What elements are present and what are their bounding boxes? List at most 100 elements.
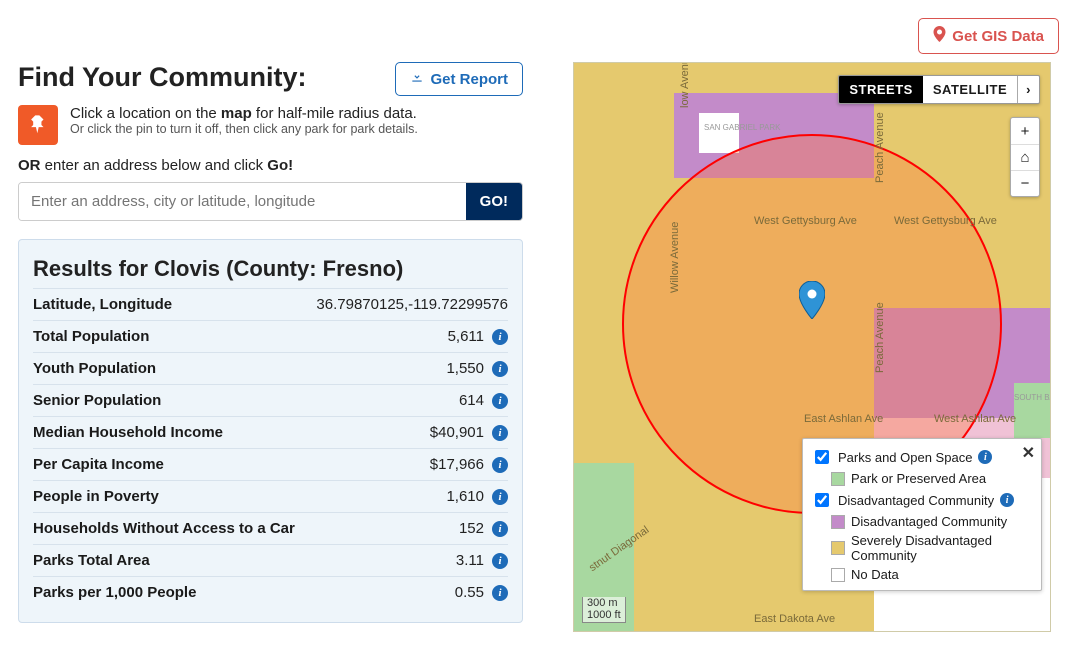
legend-panel: ✕ Parks and Open Space i Park or Preserv… <box>802 438 1042 591</box>
search-bar: GO! <box>18 182 523 221</box>
legend-item-label: Severely Disadvantaged Community <box>851 533 1033 563</box>
address-input[interactable] <box>19 183 466 220</box>
legend-item: No Data <box>811 565 1033 584</box>
results-row: Latitude, Longitude36.79870125,-119.7229… <box>33 288 508 320</box>
legend-checkbox-parks[interactable] <box>815 450 829 464</box>
road-label: West Gettysburg Ave <box>894 215 997 227</box>
results-row-value: 1,610 <box>446 488 484 505</box>
zoom-home-button[interactable]: ⌂ <box>1011 144 1039 170</box>
get-report-button[interactable]: Get Report <box>395 62 523 96</box>
info-icon[interactable]: i <box>978 450 992 464</box>
zone-park <box>1014 383 1051 438</box>
results-row-label: Parks Total Area <box>33 552 456 569</box>
legend-item: Severely Disadvantaged Community <box>811 531 1033 565</box>
park-label: SOUTH BASIN <box>1014 393 1051 402</box>
results-row-label: Per Capita Income <box>33 456 430 473</box>
pin-toggle-button[interactable] <box>18 105 58 145</box>
legend-swatch <box>831 515 845 529</box>
legend-swatch <box>831 541 845 555</box>
get-gis-data-label: Get GIS Data <box>952 28 1044 45</box>
results-row-value: 614 <box>459 392 484 409</box>
map-marker[interactable] <box>799 281 825 324</box>
legend-group-label: Disadvantaged Community <box>838 493 994 508</box>
results-row: People in Poverty1,610 i <box>33 480 508 512</box>
results-row-label: Parks per 1,000 People <box>33 584 455 601</box>
results-row: Total Population5,611 i <box>33 320 508 352</box>
road-label: East Dakota Ave <box>754 613 835 625</box>
road-label: West Ashlan Ave <box>934 413 1016 425</box>
map[interactable]: West Gettysburg Ave West Gettysburg Ave … <box>573 62 1051 632</box>
info-icon[interactable]: i <box>492 585 508 601</box>
road-label: Peach Avenue <box>874 302 886 373</box>
legend-group-label: Parks and Open Space <box>838 450 972 465</box>
results-row-value: 0.55 <box>455 584 484 601</box>
info-icon[interactable]: i <box>492 521 508 537</box>
legend-checkbox-dac[interactable] <box>815 493 829 507</box>
park-label: SAN GABRIEL PARK <box>704 123 780 132</box>
legend-item-label: Disadvantaged Community <box>851 514 1007 529</box>
info-icon[interactable]: i <box>492 425 508 441</box>
road-label: low Avenue <box>679 62 691 108</box>
results-row-label: Median Household Income <box>33 424 430 441</box>
results-row-value: 1,550 <box>446 360 484 377</box>
pushpin-icon <box>29 114 47 136</box>
legend-swatch <box>831 568 845 582</box>
info-icon[interactable]: i <box>492 457 508 473</box>
road-label: Peach Avenue <box>874 112 886 183</box>
legend-item: Park or Preserved Area <box>811 469 1033 488</box>
results-row-value: 36.79870125,-119.72299576 <box>316 296 508 313</box>
results-row-label: Latitude, Longitude <box>33 296 316 313</box>
pin-hint-sub: Or click the pin to turn it off, then cl… <box>70 122 418 136</box>
results-row-value: 3.11 <box>456 552 484 569</box>
map-scale: 300 m 1000 ft <box>582 597 626 623</box>
map-type-control: STREETS SATELLITE › <box>838 75 1040 104</box>
results-row-value: 152 <box>459 520 484 537</box>
results-row-label: Total Population <box>33 328 448 345</box>
legend-item-label: No Data <box>851 567 899 582</box>
legend-swatch <box>831 472 845 486</box>
map-type-streets[interactable]: STREETS <box>839 76 922 103</box>
info-icon[interactable]: i <box>492 361 508 377</box>
info-icon[interactable]: i <box>492 329 508 345</box>
info-icon[interactable]: i <box>492 553 508 569</box>
map-type-satellite[interactable]: SATELLITE <box>923 76 1017 103</box>
road-label: West Gettysburg Ave <box>754 215 857 227</box>
zone-nodata <box>699 113 739 153</box>
legend-item: Disadvantaged Community <box>811 512 1033 531</box>
road-label: East Ashlan Ave <box>804 413 883 425</box>
pin-hint-main: Click a location on the map for half-mil… <box>70 105 418 122</box>
zoom-control: + ⌂ − <box>1010 117 1040 197</box>
zoom-in-button[interactable]: + <box>1011 118 1039 144</box>
results-row-value: $17,966 <box>430 456 484 473</box>
map-type-expand[interactable]: › <box>1017 76 1039 103</box>
results-row: Parks per 1,000 People0.55 i <box>33 576 508 608</box>
legend-close-button[interactable]: ✕ <box>1022 443 1035 463</box>
chevron-right-icon: › <box>1026 82 1031 97</box>
results-row-label: People in Poverty <box>33 488 446 505</box>
road-label: Willow Avenue <box>669 222 681 293</box>
info-icon[interactable]: i <box>492 393 508 409</box>
results-row-value: $40,901 <box>430 424 484 441</box>
results-row: Per Capita Income$17,966 i <box>33 448 508 480</box>
legend-item-label: Park or Preserved Area <box>851 471 986 486</box>
results-row: Parks Total Area3.11 i <box>33 544 508 576</box>
results-panel: Results for Clovis (County: Fresno) Lati… <box>18 239 523 623</box>
info-icon[interactable]: i <box>492 489 508 505</box>
download-icon <box>410 70 424 88</box>
home-icon: ⌂ <box>1020 149 1029 166</box>
results-row-label: Households Without Access to a Car <box>33 520 459 537</box>
results-row-label: Senior Population <box>33 392 459 409</box>
results-row-label: Youth Population <box>33 360 446 377</box>
get-gis-data-button[interactable]: Get GIS Data <box>918 18 1059 54</box>
go-button[interactable]: GO! <box>466 183 522 220</box>
results-row: Households Without Access to a Car152 i <box>33 512 508 544</box>
get-report-label: Get Report <box>430 71 508 88</box>
results-title: Results for Clovis (County: Fresno) <box>33 256 508 282</box>
results-row-value: 5,611 <box>448 328 484 345</box>
zoom-out-button[interactable]: − <box>1011 170 1039 196</box>
results-row: Median Household Income$40,901 i <box>33 416 508 448</box>
info-icon[interactable]: i <box>1000 493 1014 507</box>
or-instruction: OR enter an address below and click Go! <box>18 157 523 174</box>
results-row: Youth Population1,550 i <box>33 352 508 384</box>
pin-icon <box>933 26 946 46</box>
